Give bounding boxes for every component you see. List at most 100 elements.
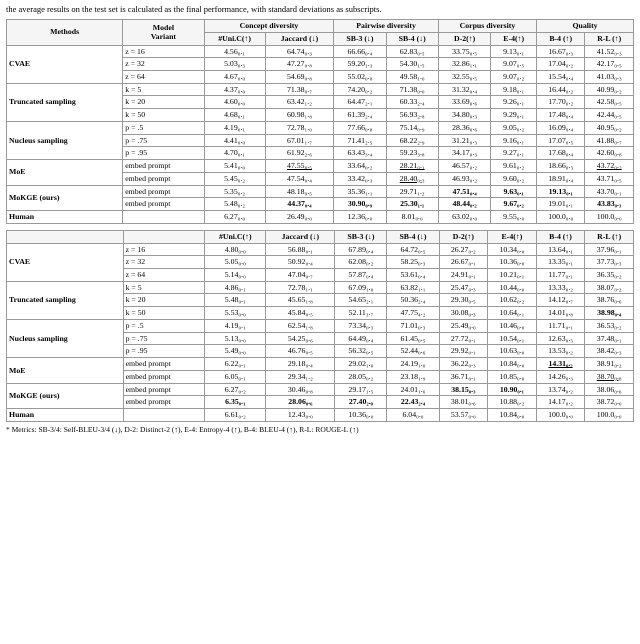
data-cell: 10.88₀.₂ — [488, 396, 537, 409]
variant-cell: p = .95 — [123, 147, 204, 160]
data-cell: 4.67₀.₀ — [204, 70, 265, 83]
data-cell: 10.63₀.₀ — [488, 345, 537, 358]
data-cell: 24.19₁.₀ — [387, 358, 439, 371]
data-cell: 40.99₀.₂ — [585, 83, 634, 96]
method-cell: Human — [7, 409, 124, 422]
variant-cell: p = .75 — [123, 332, 205, 345]
data-cell: 42.58₀.₅ — [585, 96, 634, 109]
data-cell: 41.03₀.₃ — [585, 70, 634, 83]
method-cell: Nucleus sampling — [7, 319, 124, 357]
data-cell: 37.96₀.₁ — [585, 243, 634, 256]
data-cell: 72.78₁.₀ — [265, 121, 334, 134]
data-cell: 26.67₀.₁ — [439, 256, 488, 269]
data-cell: 17.07₀.₅ — [537, 134, 585, 147]
col-sb3: SB-3 (↓) — [334, 32, 386, 45]
data-cell: 41.52₀.₃ — [585, 45, 634, 58]
col-methods: Methods — [7, 20, 123, 45]
data-cell: 10.84₀.₀ — [488, 358, 537, 371]
data-cell: 16.67₀.₃ — [537, 45, 585, 58]
data-cell: 53.57₀.₀ — [439, 409, 488, 422]
variant-cell: k = 5 — [123, 281, 205, 294]
data-cell: 100.0₀.₀ — [585, 211, 634, 224]
data-cell: 29.71₁.₂ — [386, 185, 438, 198]
col2-jaccard: Jaccard (↓) — [266, 230, 335, 243]
data-cell: 5.03₀.₃ — [204, 58, 265, 71]
data-cell: 38.98₀.₄ — [585, 307, 634, 320]
data-cell: 38.42₀.₃ — [585, 345, 634, 358]
data-cell: 9.07₀.₅ — [491, 58, 537, 71]
method-cell: Truncated sampling — [7, 281, 124, 319]
method-cell: MoKGE (ours) — [7, 383, 124, 408]
data-cell: 9.67₀.₂ — [491, 198, 537, 211]
data-cell: 11.71₀.₁ — [536, 319, 585, 332]
data-cell: 47.51₀.₄ — [438, 185, 491, 198]
data-cell: 41.88₀.₇ — [585, 134, 634, 147]
variant-cell: embed prompt — [123, 370, 205, 383]
data-cell: 30.46₀.₈ — [266, 383, 335, 396]
data-cell: 16.44₀.₂ — [537, 83, 585, 96]
data-cell: 71.01₀.₃ — [387, 319, 439, 332]
data-cell: 26.27₀.₂ — [439, 243, 488, 256]
col-group-concept: Concept diversity — [204, 20, 334, 33]
data-cell: 37.48₀.₁ — [585, 332, 634, 345]
data-cell: 5.35₀.₂ — [204, 185, 265, 198]
data-cell: 13.53₀.₂ — [536, 345, 585, 358]
data-cell: 43.70₀.₁ — [585, 185, 634, 198]
data-cell: 58.25₀.₃ — [387, 256, 439, 269]
data-cell: 36.53₀.₂ — [585, 319, 634, 332]
data-cell: 59.20₁.₃ — [334, 58, 386, 71]
data-cell: 9.05₀.₂ — [491, 121, 537, 134]
data-cell: 4.80₀.₀ — [205, 243, 266, 256]
data-cell: 4.37₀.₀ — [204, 83, 265, 96]
data-cell: 10.64₀.₁ — [488, 307, 537, 320]
variant-cell: z = 32 — [123, 256, 205, 269]
data-cell: 44.37₀.₄ — [265, 198, 334, 211]
data-cell: 61.92₂.₆ — [265, 147, 334, 160]
data-cell: 31.21₀.₃ — [438, 134, 491, 147]
data-cell: 22.43₂.₄ — [387, 396, 439, 409]
data-cell: 26.49₀.₀ — [265, 211, 334, 224]
data-cell: 10.21₀.₁ — [488, 269, 537, 282]
data-cell: 47.27₀.₈ — [265, 58, 334, 71]
data-cell: 4.41₀.₀ — [204, 134, 265, 147]
data-cell: 9.63₀.₁ — [491, 185, 537, 198]
data-cell: 29.92₀.₁ — [439, 345, 488, 358]
data-cell: 6.22₀.₁ — [205, 358, 266, 371]
data-cell: 30.08₀.₃ — [439, 307, 488, 320]
variant-cell: z = 64 — [123, 70, 204, 83]
data-cell: 25.30₁.₁ — [386, 198, 438, 211]
data-cell: 5.05₀.₀ — [205, 256, 266, 269]
variant-cell: z = 64 — [123, 269, 205, 282]
data-cell: 13.64₀.₁ — [536, 243, 585, 256]
data-cell: 56.88₀.₁ — [266, 243, 335, 256]
data-cell: 9.13₀.₁ — [491, 45, 537, 58]
data-cell: 9.27₀.₁ — [491, 147, 537, 160]
col2-methods — [7, 230, 124, 243]
data-cell: 48.18₀.₅ — [265, 185, 334, 198]
data-cell: 38.07₀.₂ — [585, 281, 634, 294]
col-d2: D-2(↑) — [438, 32, 491, 45]
data-cell: 38.91₀.₂ — [585, 358, 634, 371]
variant-cell: z = 16 — [123, 45, 204, 58]
data-cell: 62.83₀.₅ — [386, 45, 438, 58]
variant-cell: embed prompt — [123, 185, 204, 198]
data-cell: 40.95₀.₂ — [585, 121, 634, 134]
page: the average results on the test set is c… — [0, 0, 640, 438]
variant-cell: embed prompt — [123, 358, 205, 371]
data-cell: 17.48₀.₄ — [537, 109, 585, 122]
data-cell: 29.02₁.₀ — [335, 358, 387, 371]
col2-rl: R-L (↑) — [585, 230, 634, 243]
data-cell: 23.18₁.₉ — [387, 370, 439, 383]
data-cell: 10.36₀.₀ — [488, 256, 537, 269]
data-cell: 19.01₀.₁ — [537, 198, 585, 211]
data-cell: 49.58₁.₀ — [386, 70, 438, 83]
data-cell: 100.0₀.₀ — [536, 409, 585, 422]
method-cell: Human — [7, 211, 123, 224]
data-cell: 13.33₀.₂ — [536, 281, 585, 294]
data-cell: 57.87₀.₄ — [335, 269, 387, 282]
data-cell: 38.01₀.₆ — [439, 396, 488, 409]
data-cell: 4.60₀.₀ — [204, 96, 265, 109]
data-cell: 14.12₀.₇ — [536, 294, 585, 307]
data-cell: 47.75₄.₂ — [387, 307, 439, 320]
data-cell: 33.69₀.₆ — [438, 96, 491, 109]
